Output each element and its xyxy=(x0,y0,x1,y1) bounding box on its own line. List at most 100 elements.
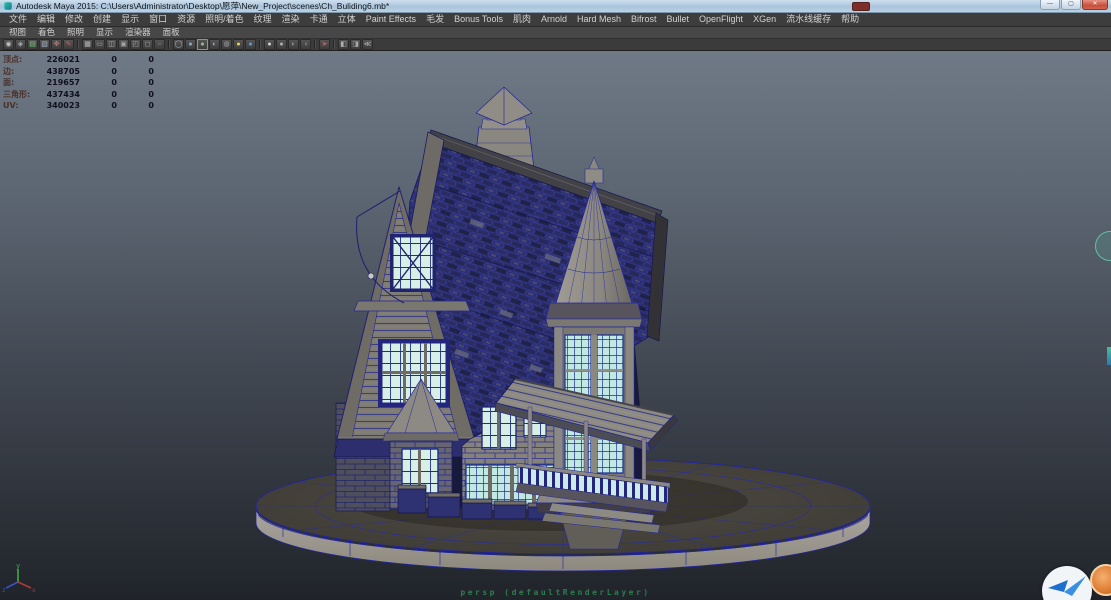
camera-label: persp (defaultRenderLayer) xyxy=(460,588,651,597)
scene-3d-model xyxy=(255,86,871,572)
menu-item-12[interactable]: Paint Effects xyxy=(361,13,421,26)
hud-value: 0 xyxy=(111,78,117,87)
recording-indicator-icon xyxy=(852,2,870,11)
plain-material-icon[interactable]: ● xyxy=(245,39,256,50)
hud-value: 340023 xyxy=(46,101,80,110)
panel-menu-item-3[interactable]: 显示 xyxy=(90,27,119,38)
close-button[interactable]: ✕ xyxy=(1082,0,1108,10)
viewport[interactable]: 顶点: 226021 0 0 边: 438705 0 0 面: 219657 0 0 三角形: 43743… xyxy=(0,51,1111,600)
menu-item-17[interactable]: Hard Mesh xyxy=(572,13,626,26)
share-view-icon[interactable]: ≪ xyxy=(362,39,373,50)
select-camera-icon[interactable]: ◉ xyxy=(3,39,14,50)
film-gate-icon[interactable]: ▭ xyxy=(94,39,105,50)
isolate-select-icon[interactable]: ➤ xyxy=(319,39,330,50)
menu-item-3[interactable]: 创建 xyxy=(88,13,116,26)
hud-value: 0 xyxy=(148,78,154,87)
icon-toolbar: ◉ ◈ ▤ ▧ ✥ ✎ ▦ ▭ ◫ ▣ ◰ ◻ ▫ ◯ ● ● ◐ ◍ ● ● ● ● ◐ ◑ ➤ ◧ ◨ ≪ xyxy=(0,39,1111,51)
hud-row: 边: 438705 0 0 xyxy=(3,66,154,78)
menu-item-5[interactable]: 窗口 xyxy=(144,13,172,26)
safe-title-icon[interactable]: ▫ xyxy=(154,39,165,50)
hud-row: 顶点: 226021 0 0 xyxy=(3,54,154,66)
lock-camera-icon[interactable]: ◈ xyxy=(15,39,26,50)
menu-item-18[interactable]: Bifrost xyxy=(626,13,662,26)
hud-value: 0 xyxy=(148,55,154,64)
toolbar-separator xyxy=(168,40,170,49)
image-plane-icon[interactable]: ▧ xyxy=(39,39,50,50)
maya-window: Autodesk Maya 2015: C:\Users\Administrat… xyxy=(0,0,1111,600)
window-title: Autodesk Maya 2015: C:\Users\Administrat… xyxy=(16,0,390,11)
menu-item-4[interactable]: 显示 xyxy=(116,13,144,26)
region-icon[interactable]: ◰ xyxy=(130,39,141,50)
safe-action-icon[interactable]: ◻ xyxy=(142,39,153,50)
shaded-display-icon[interactable]: ● xyxy=(185,39,196,50)
panel-menubar: 视图 着色 照明 显示 渲染器 面板 xyxy=(0,27,1111,39)
menu-item-16[interactable]: Arnold xyxy=(536,13,572,26)
hud-value: 226021 xyxy=(46,55,80,64)
hud-label: 三角形: xyxy=(3,89,31,99)
hud-value: 0 xyxy=(111,55,117,64)
two-d-pan-zoom-icon[interactable]: ✥ xyxy=(51,39,62,50)
toolbar-separator xyxy=(314,40,316,49)
hud-value: 437434 xyxy=(46,89,80,99)
menu-item-6[interactable]: 资源 xyxy=(172,13,200,26)
hud-value: 0 xyxy=(111,89,117,99)
poly-count-hud: 顶点: 226021 0 0 边: 438705 0 0 面: 219657 0 0 三角形: 43743… xyxy=(3,54,154,112)
panel-menu-item-5[interactable]: 面板 xyxy=(157,27,186,38)
menu-item-7[interactable]: 照明/着色 xyxy=(200,13,249,26)
menu-item-20[interactable]: OpenFlight xyxy=(694,13,748,26)
menu-item-8[interactable]: 纹理 xyxy=(249,13,277,26)
maximize-button[interactable]: ▢ xyxy=(1061,0,1081,10)
menu-item-10[interactable]: 卡通 xyxy=(305,13,333,26)
flat-light-icon[interactable]: ◐ xyxy=(288,39,299,50)
menu-item-14[interactable]: Bonus Tools xyxy=(449,13,508,26)
edge-widget-sliver xyxy=(1107,347,1111,365)
bookmark-icon[interactable]: ▤ xyxy=(27,39,38,50)
no-light-icon[interactable]: ◑ xyxy=(300,39,311,50)
xray-joints-icon[interactable]: ◨ xyxy=(350,39,361,50)
all-lights-icon[interactable]: ● xyxy=(264,39,275,50)
toolbar-separator xyxy=(333,40,335,49)
menu-item-0[interactable]: 文件 xyxy=(4,13,32,26)
menu-item-22[interactable]: 流水线缓存 xyxy=(781,13,836,26)
axis-y-label: y xyxy=(16,562,20,570)
menu-item-13[interactable]: 毛发 xyxy=(421,13,449,26)
panel-menu-item-2[interactable]: 照明 xyxy=(61,27,90,38)
house-model[interactable] xyxy=(333,86,679,550)
minimize-button[interactable]: — xyxy=(1040,0,1060,10)
menu-item-9[interactable]: 渲染 xyxy=(277,13,305,26)
resolution-gate-icon[interactable]: ◫ xyxy=(106,39,117,50)
toolbar-separator xyxy=(259,40,261,49)
menu-item-23[interactable]: 帮助 xyxy=(836,13,864,26)
default-material-icon[interactable]: ● xyxy=(233,39,244,50)
maya-app-icon xyxy=(4,2,12,10)
textured-display-icon[interactable]: ● xyxy=(197,39,208,50)
menu-item-19[interactable]: Bullet xyxy=(662,13,695,26)
hud-value: 0 xyxy=(148,101,154,110)
titlebar: Autodesk Maya 2015: C:\Users\Administrat… xyxy=(0,0,1111,13)
grease-pencil-icon[interactable]: ✎ xyxy=(63,39,74,50)
panel-menu-item-0[interactable]: 视图 xyxy=(3,27,32,38)
hud-value: 438705 xyxy=(46,66,80,76)
panel-menu-item-1[interactable]: 着色 xyxy=(32,27,61,38)
textured-lights-icon[interactable]: ◐ xyxy=(209,39,220,50)
menu-item-11[interactable]: 立体 xyxy=(333,13,361,26)
hud-value: 0 xyxy=(111,101,117,110)
menu-item-2[interactable]: 修改 xyxy=(60,13,88,26)
hud-value: 0 xyxy=(148,66,154,76)
xray-display-icon[interactable]: ◧ xyxy=(338,39,349,50)
transparency-icon[interactable]: ◍ xyxy=(221,39,232,50)
floating-widget-logo-icon[interactable] xyxy=(1042,566,1092,600)
hud-label: 顶点: xyxy=(3,55,23,64)
panel-menu-item-4[interactable]: 渲染器 xyxy=(119,27,157,38)
hud-value: 0 xyxy=(148,89,154,99)
menu-item-1[interactable]: 编辑 xyxy=(32,13,60,26)
wireframe-display-icon[interactable]: ◯ xyxy=(173,39,184,50)
grid-icon[interactable]: ▦ xyxy=(82,39,93,50)
hud-row: 三角形: 437434 0 0 xyxy=(3,89,154,101)
gate-mask-icon[interactable]: ▣ xyxy=(118,39,129,50)
menu-item-21[interactable]: XGen xyxy=(748,13,781,26)
menu-item-15[interactable]: 肌肉 xyxy=(508,13,536,26)
default-light-icon[interactable]: ● xyxy=(276,39,287,50)
toolbar-separator xyxy=(77,40,79,49)
hud-label: 面: xyxy=(3,78,15,87)
